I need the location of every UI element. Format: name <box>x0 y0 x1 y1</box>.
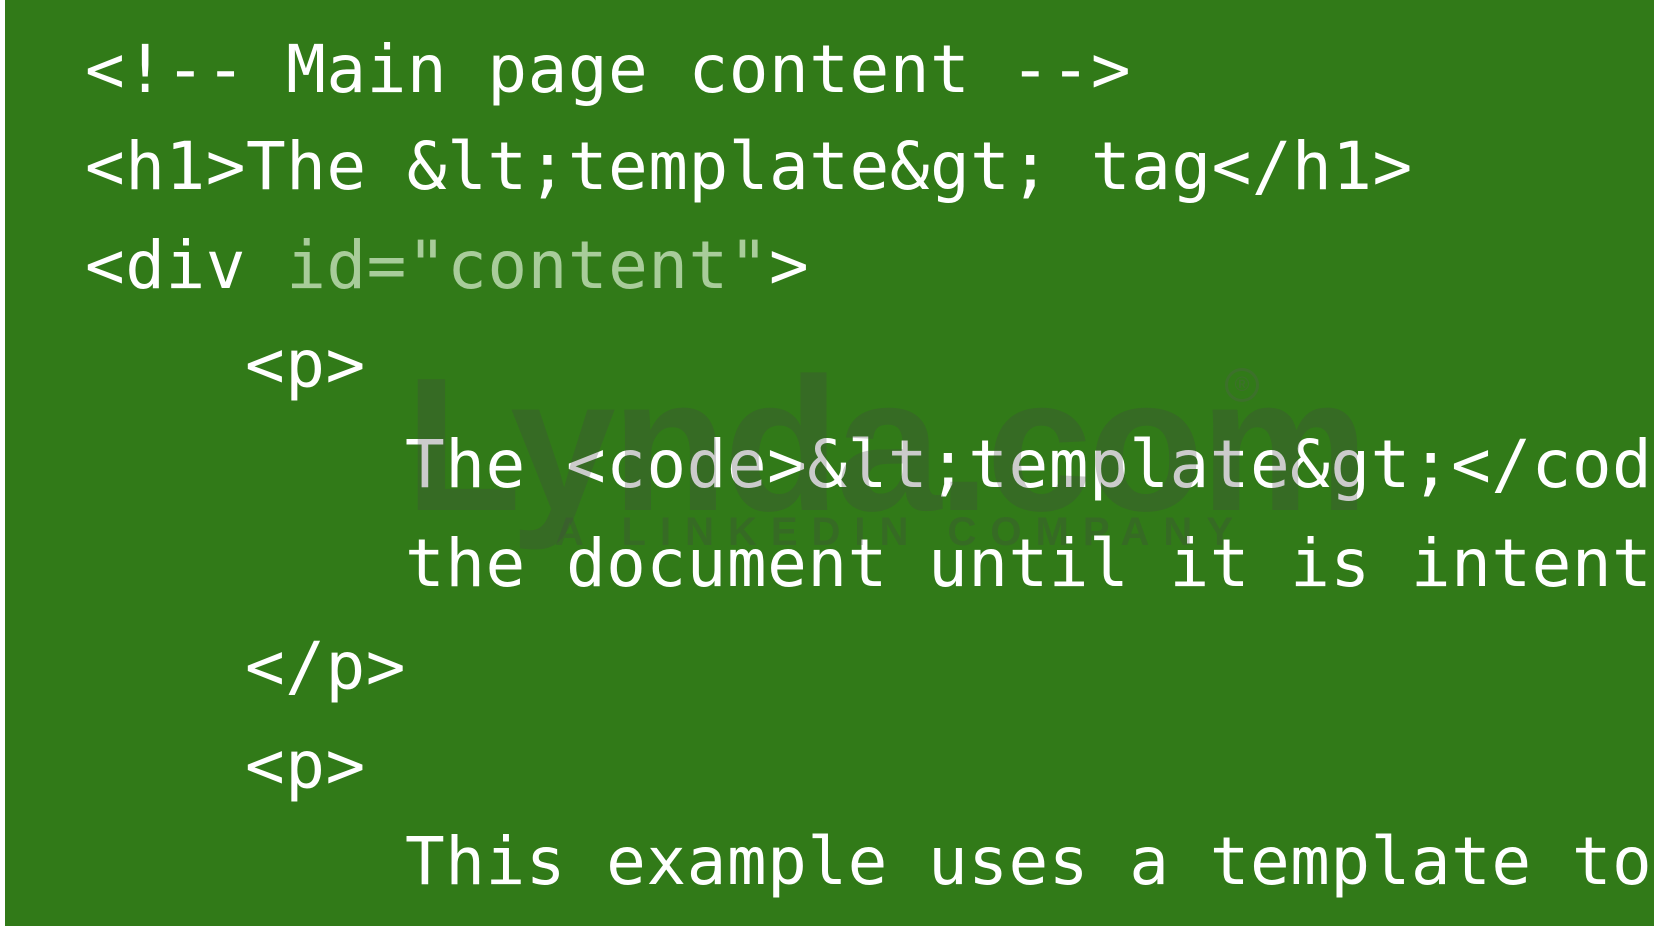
code-slide: <!-- Main page content --> <h1>The &lt;t… <box>5 0 1654 926</box>
code-line-h1: <h1>The &lt;template&gt; tag</h1> <box>85 128 1413 205</box>
registered-mark-icon: ® <box>1225 368 1259 402</box>
video-frame: <!-- Main page content --> <h1>The &lt;t… <box>0 0 1654 926</box>
code-line-p-open-2: <p> <box>245 727 366 804</box>
code-line-p-close: </p> <box>245 628 406 705</box>
code-line-comment: <!-- Main page content --> <box>85 31 1132 108</box>
code-line-div-open: <div id="content"> <box>85 226 809 306</box>
div-id-attribute: id="content" <box>286 227 770 304</box>
code-line-p-open: <p> <box>245 326 366 403</box>
div-tag-open: <div <box>85 227 287 304</box>
code-line-paragraph-text-3: This example uses a template to <box>405 823 1653 900</box>
code-line-paragraph-text-1: The <code>&lt;template&gt;</cod <box>405 426 1653 503</box>
div-tag-close: > <box>769 227 810 304</box>
code-line-paragraph-text-2: the document until it is intent <box>405 525 1653 602</box>
